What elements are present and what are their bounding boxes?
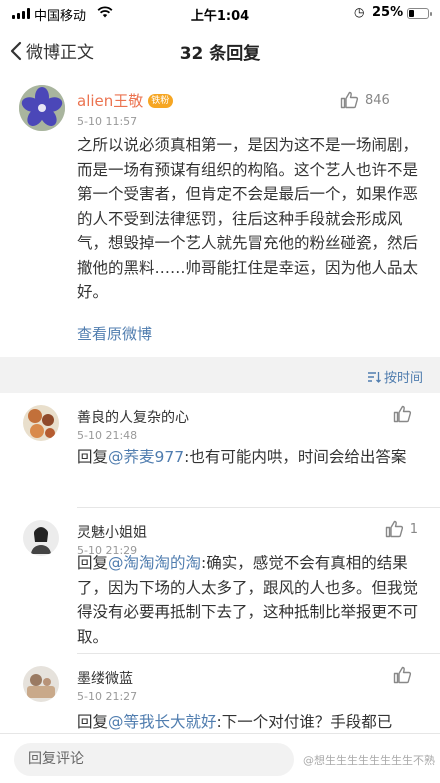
like-button[interactable]: 1 [385, 520, 418, 538]
bottom-bar: 回复评论 @想生生生生生生生生不熟 [0, 733, 440, 783]
reply-input[interactable]: 回复评论 [14, 743, 294, 776]
battery-percent: 25% [372, 5, 404, 20]
comment-author[interactable]: 善良的人复杂的心 [77, 407, 189, 427]
watermark: @想生生生生生生生生不熟 [303, 754, 435, 767]
comment-text: 回复@淘淘淘的淘:确实，感觉不会有真相的结果了，因为下场的人太多了，跟风的人也多… [77, 551, 422, 649]
comment-time: 5-10 21:48 [77, 429, 138, 442]
post-author[interactable]: alien王敬 铁粉 [77, 90, 174, 111]
reply-prefix: 回复 [77, 554, 109, 572]
sort-label: 按时间 [383, 371, 423, 386]
mention-link[interactable]: @等我长大就好 [108, 713, 217, 731]
reply-prefix: 回复 [77, 448, 109, 466]
battery-icon [407, 8, 432, 19]
alarm-icon: ◷ [354, 5, 365, 19]
comment-author[interactable]: 灵魅小姐姐 [77, 522, 147, 542]
reply-prefix: 回复 [77, 713, 109, 731]
like-count: 846 [365, 92, 390, 108]
thumbs-up-icon [393, 666, 412, 684]
avatar-image [23, 520, 59, 556]
original-post: alien王敬 铁粉 5-10 11:57 846 之所以说必须真相第一，是因为… [0, 74, 440, 357]
battery-level [409, 10, 414, 17]
flower-avatar-image [19, 85, 65, 131]
like-button[interactable] [393, 666, 418, 684]
avatar[interactable] [19, 85, 65, 131]
avatar-image [23, 666, 59, 702]
thumbs-up-icon [385, 520, 403, 538]
mention-link[interactable]: @荞麦977 [108, 448, 184, 466]
avatar[interactable] [23, 405, 59, 441]
comment-text: 回复@等我长大就好:下一个对付谁？手段都已 [77, 710, 422, 733]
comment-time: 5-10 21:27 [77, 690, 138, 703]
like-button[interactable]: 846 [340, 91, 390, 109]
comment-item: 灵魅小姐姐 5-10 21:29 1 回复@淘淘淘的淘:确实，感觉不会有真相的结… [0, 508, 440, 654]
fan-badge: 铁粉 [148, 93, 174, 108]
comment-body: :下一个对付谁？手段都已 [216, 713, 393, 731]
post-text: 之所以说必须真相第一，是因为这不是一场闹剧，而是一场有预谋有组织的构陷。这个艺人… [77, 136, 419, 301]
author-name: alien王敬 [77, 92, 144, 110]
view-original-link[interactable]: 查看原微博 [77, 323, 152, 344]
avatar[interactable] [23, 666, 59, 702]
like-button[interactable] [393, 405, 418, 423]
thumbs-up-icon [393, 405, 412, 423]
sort-by-time-button[interactable]: 按时间 [367, 367, 423, 386]
avatar[interactable] [23, 520, 59, 556]
comment-item: 墨缕微蓝 5-10 21:27 回复@等我长大就好:下一个对付谁？手段都已 [0, 654, 440, 733]
sort-icon [367, 371, 381, 383]
like-count: 1 [409, 521, 418, 537]
sort-row: 按时间 [0, 357, 440, 393]
status-bar: 中国移动 上午1:04 ◷ 25% [0, 0, 440, 26]
avatar-image [23, 405, 59, 441]
comment-text: 回复@荞麦977:也有可能内哄，时间会给出答案 [77, 445, 422, 470]
post-time: 5-10 11:57 [77, 115, 138, 128]
page-title: 32 条回复 [179, 44, 261, 64]
thumbs-up-icon [340, 91, 359, 109]
comment-author[interactable]: 墨缕微蓝 [77, 668, 133, 688]
comment-item: 善良的人复杂的心 5-10 21:48 回复@荞麦977:也有可能内哄，时间会给… [0, 393, 440, 508]
comment-body: :也有可能内哄，时间会给出答案 [184, 448, 407, 466]
mention-link[interactable]: @淘淘淘的淘 [108, 554, 201, 572]
nav-bar: 微博正文 32 条回复 [0, 26, 440, 74]
